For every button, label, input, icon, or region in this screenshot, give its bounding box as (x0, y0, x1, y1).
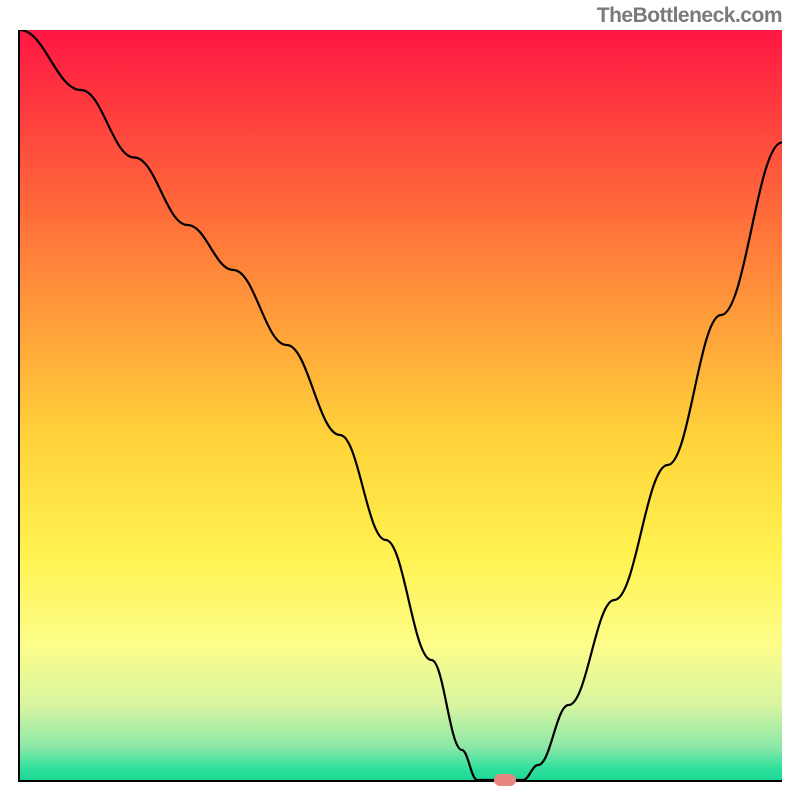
bottleneck-curve (20, 30, 782, 780)
optimal-marker (494, 774, 516, 786)
plot-area (18, 30, 782, 782)
watermark-text: TheBottleneck.com (597, 4, 782, 28)
